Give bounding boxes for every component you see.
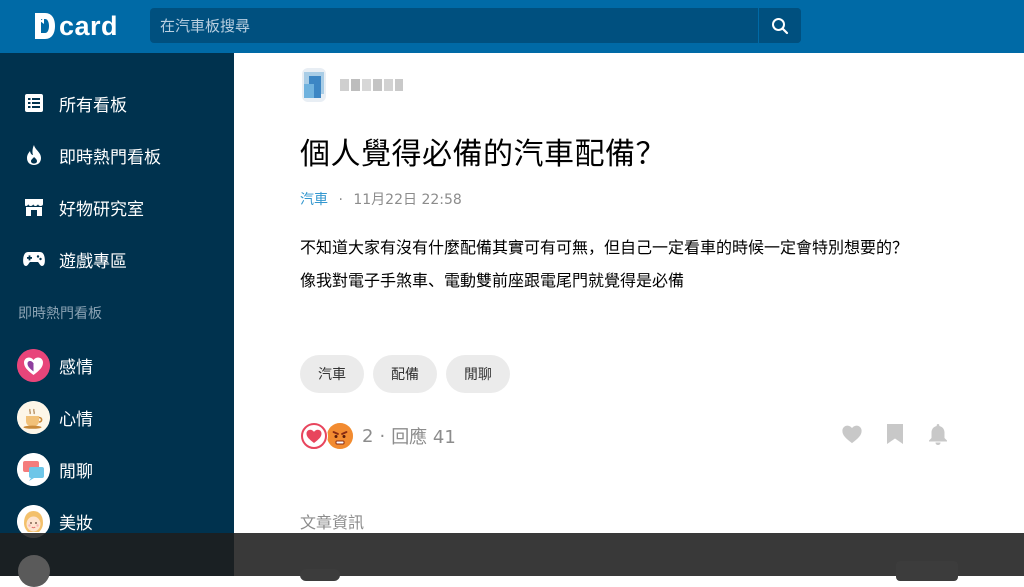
post-body-line: 不知道大家有沒有什麼配備其實可有可無，但自己一定看車的時候一定會特別想要的？ (300, 238, 909, 257)
meta-separator: · (338, 192, 343, 208)
gamepad-icon (22, 247, 46, 271)
overlay-button-shape (896, 561, 958, 581)
post-info-heading: 文章資訊 (300, 513, 365, 532)
top-bar: card (0, 0, 1024, 53)
post-meta: 汽車 · 11月22日 22:58 (300, 189, 462, 209)
tag-chip[interactable]: 汽車 (300, 355, 364, 393)
sidebar-item-label: 遊戲專區 (59, 251, 127, 272)
overlay-avatar-shape (18, 555, 50, 587)
heart-board-icon (17, 349, 50, 382)
sidebar-board-label: 閒聊 (59, 462, 93, 482)
bottom-overlay (0, 533, 1024, 587)
overlay-text-shape (300, 569, 340, 581)
author-avatar[interactable] (300, 66, 328, 104)
post-body: 不知道大家有沒有什麼配備其實可有可無，但自己一定看車的時候一定會特別想要的？ 像… (300, 231, 1000, 297)
logo-text: card (59, 10, 119, 41)
dcard-logo[interactable]: card (33, 8, 118, 44)
sidebar: 所有看板 即時熱門看板 好物研究室 遊戲專區 即時熱門看板 感情 心情 閒聊 美… (0, 53, 234, 576)
post-title: 個人覺得必備的汽車配備？ (300, 137, 666, 172)
sidebar-item-games[interactable]: 遊戲專區 (0, 233, 234, 285)
tag-chip[interactable]: 閒聊 (446, 355, 510, 393)
reply-count[interactable]: 回應 41 (391, 423, 456, 449)
fire-icon (22, 143, 46, 167)
sidebar-board-label: 美妝 (59, 514, 93, 534)
coffee-board-icon (17, 401, 50, 434)
angry-reaction-icon (326, 422, 354, 450)
reply-separator: · (379, 425, 386, 447)
search-icon (772, 17, 789, 34)
search-input[interactable] (150, 8, 758, 43)
reaction-count: 2 (362, 425, 374, 447)
list-icon (22, 91, 46, 115)
search-bar (150, 8, 801, 43)
post-date: 11月22日 22:58 (353, 192, 462, 208)
sidebar-item-label: 所有看板 (59, 95, 127, 116)
author-name-blurred (340, 77, 403, 93)
store-icon (22, 195, 46, 219)
sidebar-board-chat[interactable]: 閒聊 (0, 443, 234, 495)
chat-board-icon (17, 453, 50, 486)
post-forum-link[interactable]: 汽車 (300, 192, 328, 208)
sidebar-section-title: 即時熱門看板 (18, 306, 102, 322)
post-tags: 汽車 配備 閒聊 (300, 355, 510, 393)
sidebar-board-label: 心情 (59, 410, 93, 430)
search-button[interactable] (758, 8, 801, 43)
reaction-bar[interactable]: 2 · 回應 41 (300, 419, 456, 453)
sidebar-item-label: 好物研究室 (59, 199, 144, 220)
like-heart-icon[interactable] (841, 422, 863, 446)
sidebar-board-relationship[interactable]: 感情 (0, 339, 234, 391)
heart-reaction-icon (300, 422, 328, 450)
sidebar-board-label: 感情 (59, 358, 93, 378)
sidebar-item-good-stuff[interactable]: 好物研究室 (0, 181, 234, 233)
post-body-line: 像我對電子手煞車、電動雙前座跟電尾門就覺得是必備 (300, 271, 685, 290)
dcard-logo-icon (33, 11, 57, 41)
sidebar-item-hot-boards[interactable]: 即時熱門看板 (0, 129, 234, 181)
post-content: 個人覺得必備的汽車配備？ 汽車 · 11月22日 22:58 不知道大家有沒有什… (234, 53, 1024, 576)
bell-icon[interactable] (927, 422, 949, 446)
bookmark-icon[interactable] (884, 422, 906, 446)
tag-chip[interactable]: 配備 (373, 355, 437, 393)
sidebar-item-label: 即時熱門看板 (59, 147, 161, 168)
sidebar-board-mood[interactable]: 心情 (0, 391, 234, 443)
post-actions (841, 422, 949, 446)
sidebar-item-all-boards[interactable]: 所有看板 (0, 77, 234, 129)
